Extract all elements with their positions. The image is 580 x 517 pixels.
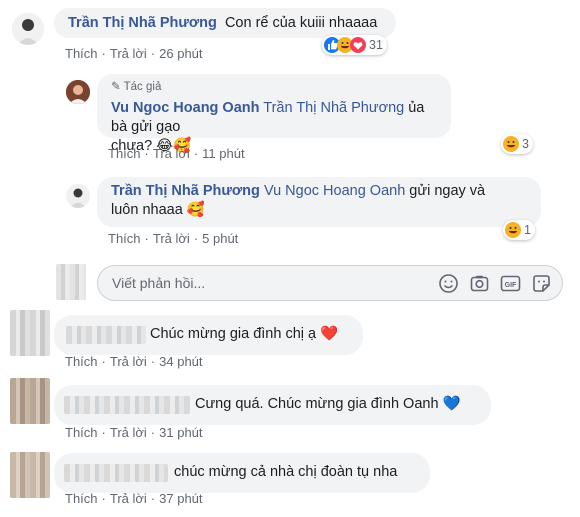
comment-actions: Thích · Trả lời · 26 phút [65,46,203,61]
commenter-name[interactable]: Vu Ngoc Hoang Oanh [111,100,260,116]
commenter-name[interactable]: Trần Thị Nhã Phương [111,183,260,199]
comment-actions: Thích · Trả lời · 11 phút [108,146,245,161]
comment-text: gửi ngay và [405,183,486,199]
comment-bubble: Chúc mừng gia đình chị ạ ❤️ [54,315,363,355]
timestamp[interactable]: 26 phút [159,46,202,61]
comment-actions: Thích · Trả lời · 37 phút [65,491,203,506]
haha-icon [503,136,519,152]
blurred-name [64,464,168,482]
author-badge: ✎ Tác giả [111,81,162,93]
timestamp[interactable]: 37 phút [159,491,202,506]
comment-bubble: Trần Thị Nhã Phương Vu Ngoc Hoang Oanh g… [97,177,541,227]
reply-input[interactable]: Viết phản hồi... GIF [97,265,563,301]
comment-actions: Thích · Trả lời · 5 phút [108,231,239,246]
haha-icon [505,222,521,238]
sticker-icon[interactable] [531,273,552,294]
reply-button[interactable]: Trả lời [110,425,147,440]
reply-icons: GIF [438,273,552,294]
comment-text: chúc mừng cả nhà chị đoàn tụ nha [174,464,398,480]
like-button[interactable]: Thích [65,354,98,369]
emoji-icon[interactable] [438,273,459,294]
svg-text:GIF: GIF [505,282,517,289]
comment-text: luôn nhaaa 🥰 [111,202,205,218]
reaction-summary[interactable]: 3 [501,134,533,154]
comment-bubble: chúc mừng cả nhà chị đoàn tụ nha [54,453,430,493]
pencil-icon: ✎ [111,81,121,93]
reply-button[interactable]: Trả lời [153,231,190,246]
timestamp[interactable]: 11 phút [202,146,244,161]
reaction-count: 3 [522,137,529,151]
like-button[interactable]: Thích [65,425,98,440]
avatar [10,310,50,356]
comment-text: Chúc mừng gia đình chị ạ ❤️ [150,326,339,342]
timestamp[interactable]: 31 phút [159,425,202,440]
reaction-count: 31 [369,38,383,52]
reply-button[interactable]: Trả lời [153,146,190,161]
avatar[interactable] [66,184,90,208]
love-icon [350,37,366,53]
avatar [10,378,50,424]
commenter-name[interactable]: Trần Thị Nhã Phương [68,15,217,31]
comment-bubble: Cưng quá. Chúc mừng gia đình Oanh 💙 [54,385,491,425]
like-button[interactable]: Thích [65,491,98,506]
comment-text: Cưng quá. Chúc mừng gia đình Oanh 💙 [195,396,461,412]
comment-bubble: Trần Thị Nhã Phương Con rể của kuiii nha… [54,8,396,38]
camera-icon[interactable] [469,273,490,294]
reaction-count: 1 [524,223,531,237]
reaction-summary[interactable]: 1 [503,220,535,240]
timestamp[interactable]: 5 phút [202,231,238,246]
comment-actions: Thích · Trả lời · 31 phút [65,425,203,440]
reply-button[interactable]: Trả lời [110,46,147,61]
mention-link[interactable]: Vu Ngoc Hoang Oanh [264,183,405,199]
like-button[interactable]: Thích [108,146,141,161]
comment-text: Con rể của kuiii nhaaaa [224,15,378,31]
mention-link[interactable]: Trần Thị Nhã Phương [263,100,404,116]
gif-icon[interactable]: GIF [500,273,521,294]
comment-bubble: ✎ Tác giả Vu Ngoc Hoang Oanh Trần Thị Nh… [97,74,451,154]
blurred-name [66,326,146,344]
timestamp[interactable]: 34 phút [159,354,202,369]
like-button[interactable]: Thích [108,231,141,246]
avatar [10,452,50,498]
reaction-summary[interactable]: 31 [322,35,387,55]
like-button[interactable]: Thích [65,46,98,61]
reply-placeholder: Viết phản hồi... [112,275,206,291]
comment-actions: Thích · Trả lời · 34 phút [65,354,203,369]
avatar[interactable] [12,13,44,45]
avatar [56,264,86,300]
reply-button[interactable]: Trả lời [110,354,147,369]
avatar[interactable] [66,80,90,104]
reply-button[interactable]: Trả lời [110,491,147,506]
blurred-name [64,396,190,414]
